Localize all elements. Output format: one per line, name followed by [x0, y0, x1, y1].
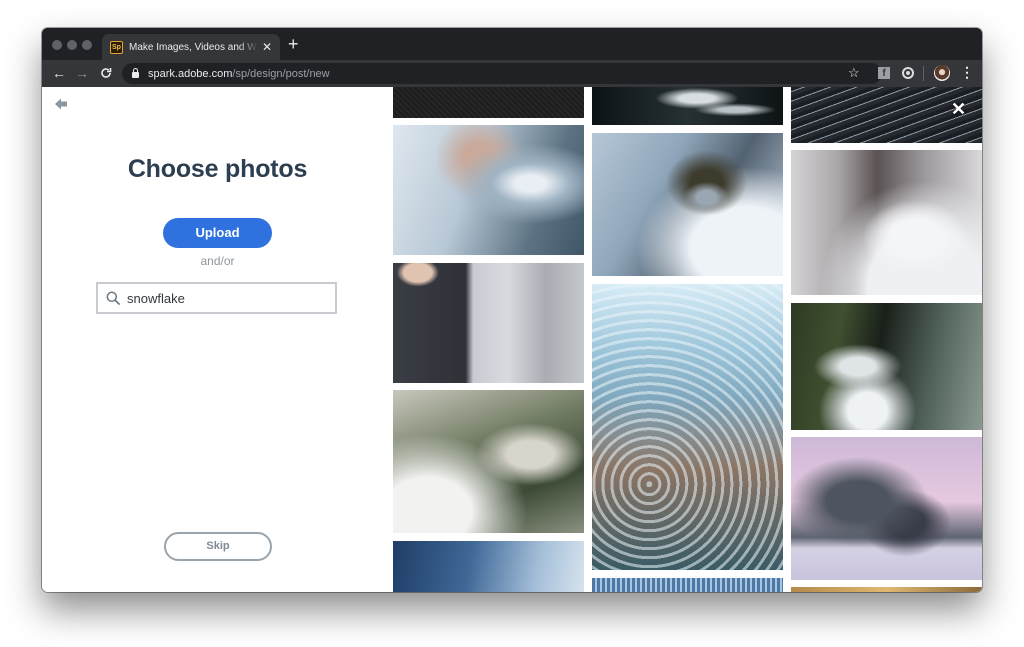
url-host: spark.adobe.com — [148, 67, 233, 80]
photo-snow-branches-blue[interactable] — [393, 541, 584, 592]
window-minimize-button[interactable] — [67, 40, 77, 50]
photo-snowflake-pine[interactable] — [791, 303, 982, 430]
photo-snowflake-pink-dusk[interactable] — [791, 437, 982, 580]
browser-tab[interactable]: Sp Make Images, Videos and Web Stories ✕ — [102, 34, 280, 60]
reload-button[interactable] — [100, 64, 112, 84]
address-bar[interactable]: spark.adobe.com/sp/design/post/new — [122, 63, 882, 84]
photo-grid: ✕ — [393, 87, 982, 592]
browser-toolbar: ← → spark.adobe.com/sp/design/post/new ☆… — [42, 60, 982, 87]
tab-title: Make Images, Videos and Web Stories — [129, 41, 258, 53]
page-title: Choose photos — [127, 155, 308, 183]
photo-snowflake-on-snow-green[interactable] — [393, 390, 584, 533]
photo-sparkling-snow[interactable] — [592, 578, 783, 592]
url-path: /sp/design/post/new — [232, 67, 330, 80]
profile-avatar[interactable] — [934, 65, 950, 81]
photo-frosted-pine-needle[interactable] — [393, 125, 584, 255]
browser-menu-icon[interactable]: ⋮ — [960, 64, 974, 81]
lock-icon — [132, 68, 139, 78]
new-tab-button[interactable]: + — [288, 35, 299, 53]
browser-window: Sp Make Images, Videos and Web Stories ✕… — [42, 28, 982, 592]
photo-snowflake-closeup[interactable] — [592, 133, 783, 276]
reload-icon — [101, 68, 112, 78]
window-close-button[interactable] — [52, 40, 62, 50]
photo-frost-on-window[interactable] — [592, 284, 783, 570]
tab-strip: Sp Make Images, Videos and Web Stories ✕… — [42, 28, 982, 60]
window-zoom-button[interactable] — [82, 40, 92, 50]
page-content: Choose photos Upload and/or Skip — [42, 87, 982, 592]
forward-button[interactable]: → — [75, 64, 89, 82]
back-button[interactable]: ← — [52, 64, 66, 82]
photo-golden-partial[interactable] — [791, 587, 982, 592]
adobe-spark-favicon-icon: Sp — [110, 40, 123, 54]
toolbar-divider — [923, 66, 924, 81]
search-icon — [106, 291, 120, 305]
photo-snowflakes-dark[interactable] — [592, 87, 783, 125]
facebook-extension-icon[interactable]: f — [878, 67, 890, 79]
photo-search-field[interactable] — [96, 282, 337, 314]
photo-snowflake-grey-blur[interactable] — [791, 150, 982, 295]
skip-button[interactable]: Skip — [164, 532, 272, 561]
bookmark-star-icon[interactable]: ☆ — [848, 65, 860, 81]
close-icon[interactable]: ✕ — [951, 100, 966, 118]
choose-photos-panel: Choose photos Upload and/or Skip — [42, 87, 393, 592]
upload-button[interactable]: Upload — [163, 218, 272, 248]
photo-girl-blowing-snow[interactable] — [393, 263, 584, 383]
photo-search-input[interactable] — [127, 284, 332, 312]
extension-icon[interactable] — [902, 67, 914, 79]
tab-close-icon[interactable]: ✕ — [262, 40, 272, 54]
and-or-label: and/or — [200, 254, 235, 268]
back-arrow-icon[interactable] — [54, 97, 70, 111]
photo-dark-texture[interactable] — [393, 87, 584, 118]
